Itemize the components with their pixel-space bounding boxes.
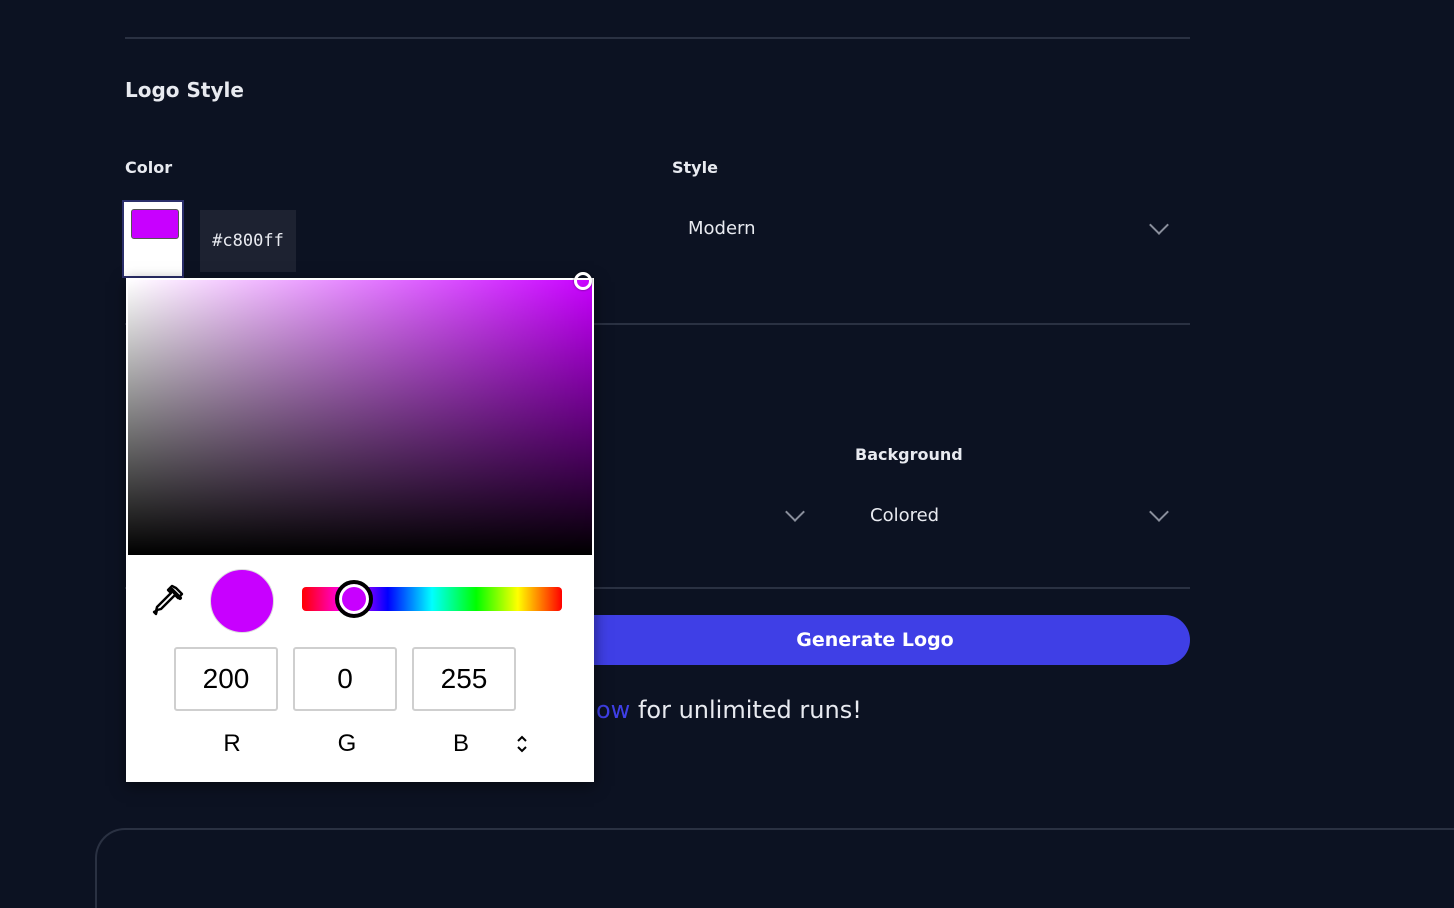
chevron-down-icon [1149, 502, 1169, 522]
saturation-handle[interactable] [574, 272, 592, 290]
style-select-value: Modern [688, 218, 756, 239]
saturation-value-area[interactable] [128, 272, 592, 555]
chevron-down-icon [785, 502, 805, 522]
red-label: R [223, 730, 241, 757]
style-label: Style [672, 158, 718, 177]
hidden-select[interactable] [594, 497, 814, 537]
style-select[interactable]: Modern [672, 210, 1190, 250]
upgrade-link[interactable]: ow [596, 696, 630, 724]
generate-logo-label: Generate Logo [796, 629, 954, 651]
blue-input[interactable] [412, 647, 516, 711]
eyedropper-icon[interactable] [150, 584, 186, 620]
hue-handle[interactable] [335, 580, 373, 618]
color-preview [210, 569, 274, 633]
color-picker-popover: R G B [126, 272, 594, 782]
section-title: Logo Style [125, 78, 244, 102]
green-label: G [337, 730, 357, 757]
color-swatch [131, 209, 179, 239]
bottom-card [95, 828, 1454, 908]
promo-text: ow for unlimited runs! [596, 696, 862, 724]
background-label: Background [855, 445, 963, 464]
background-select[interactable]: Colored [855, 497, 1190, 537]
generate-logo-button[interactable]: Generate Logo [560, 615, 1190, 665]
green-input[interactable] [293, 647, 397, 711]
chevron-updown-icon[interactable] [514, 733, 530, 755]
red-input[interactable] [174, 647, 278, 711]
chevron-down-icon [1149, 215, 1169, 235]
color-label: Color [125, 158, 173, 177]
top-divider [125, 37, 1190, 39]
color-swatch-button[interactable] [122, 200, 184, 278]
hue-slider[interactable] [302, 580, 562, 618]
color-hex-input[interactable]: #c800ff [200, 210, 296, 272]
promo-suffix: for unlimited runs! [630, 696, 862, 724]
blue-label: B [452, 730, 469, 757]
background-select-value: Colored [870, 505, 940, 526]
